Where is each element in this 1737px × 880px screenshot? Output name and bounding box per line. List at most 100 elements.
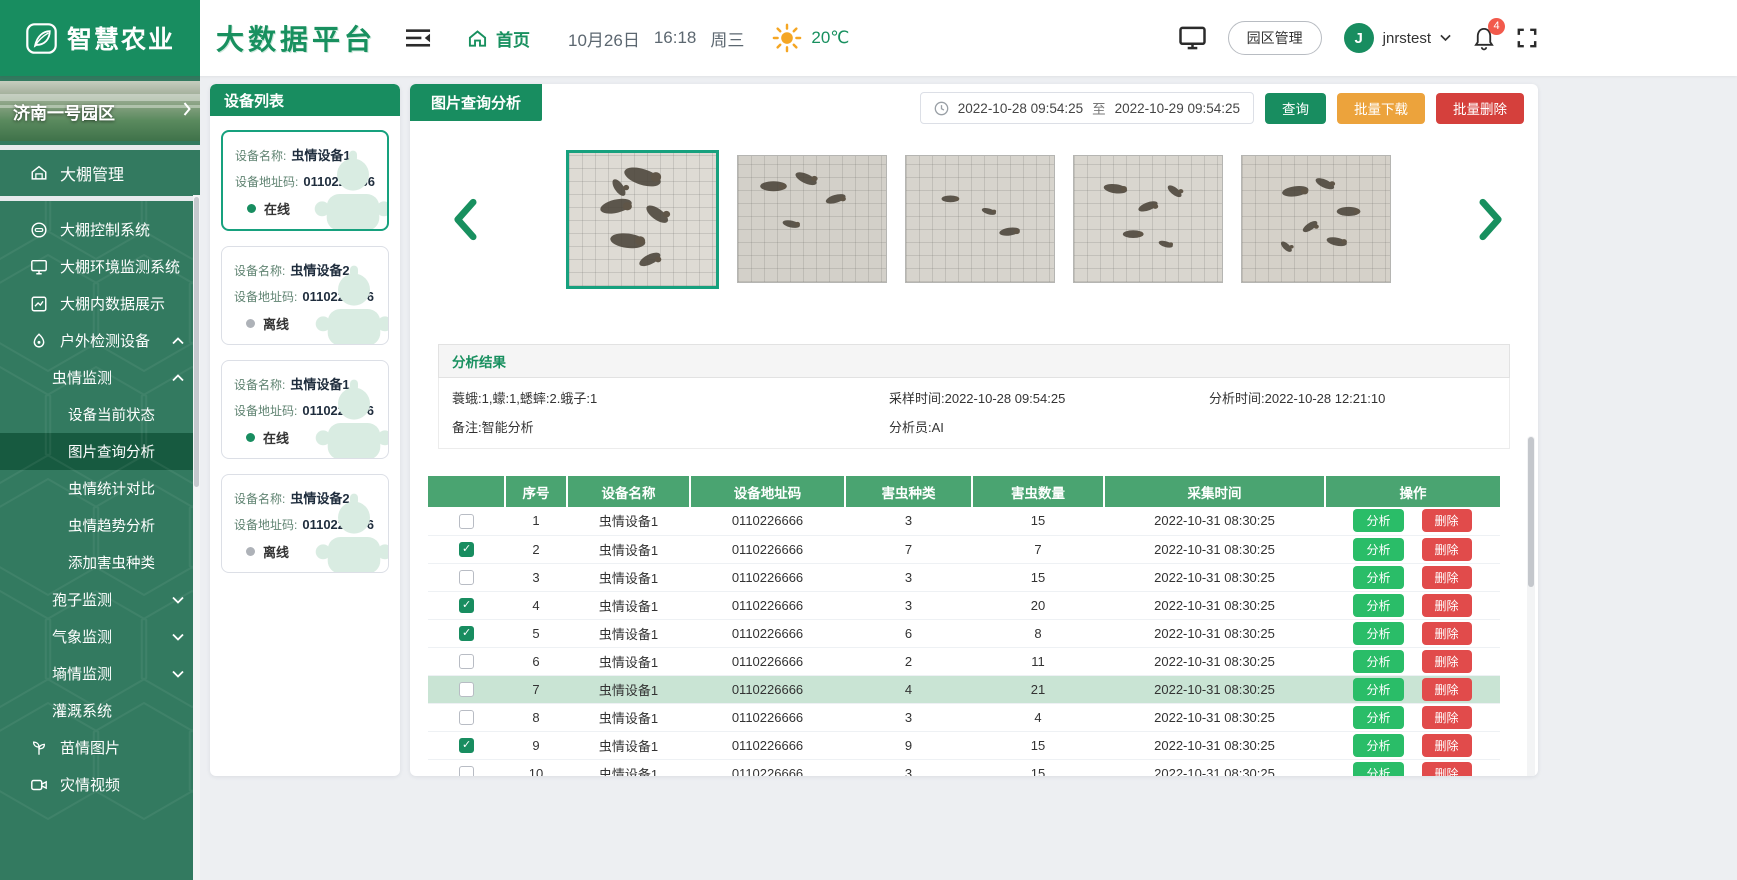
delete-button[interactable]: 删除	[1422, 622, 1472, 645]
analyze-button[interactable]: 分析	[1353, 622, 1403, 645]
sidebar-item-label: 墒情监测	[52, 663, 112, 684]
table-row[interactable]: 7虫情设备101102266664212022-10-31 08:30:25分析…	[428, 675, 1500, 703]
home-link[interactable]: 首页	[467, 26, 530, 51]
table-row[interactable]: 5虫情设备10110226666682022-10-31 08:30:25分析删…	[428, 619, 1500, 647]
table-scrollbar[interactable]	[1527, 436, 1535, 776]
analyze-button[interactable]: 分析	[1353, 566, 1403, 589]
row-checkbox[interactable]	[459, 598, 474, 613]
row-checkbox[interactable]	[459, 654, 474, 669]
batch-download-button[interactable]: 批量下载	[1337, 93, 1425, 124]
table-row[interactable]: 8虫情设备10110226666342022-10-31 08:30:25分析删…	[428, 703, 1500, 731]
date-range-picker[interactable]: 2022-10-28 09:54:25 至 2022-10-29 09:54:2…	[920, 92, 1254, 124]
batch-delete-button[interactable]: 批量删除	[1436, 93, 1524, 124]
row-checkbox[interactable]	[459, 542, 474, 557]
sidebar-item[interactable]: 灌溉系统	[0, 692, 200, 729]
delete-button[interactable]: 删除	[1422, 678, 1472, 701]
row-checkbox[interactable]	[459, 682, 474, 697]
sidebar-item[interactable]: 灾情视频	[0, 766, 200, 803]
table-row[interactable]: 10虫情设备101102266663152022-10-31 08:30:25分…	[428, 759, 1500, 776]
delete-button[interactable]: 删除	[1422, 734, 1472, 757]
cell-types: 4	[845, 675, 972, 703]
delete-button[interactable]: 删除	[1422, 650, 1472, 673]
sidebar-item[interactable]: 墒情监测	[0, 655, 200, 692]
sidebar-item[interactable]: 虫情趋势分析	[0, 507, 200, 544]
sidebar-item[interactable]: 大棚环境监测系统	[0, 248, 200, 285]
sidebar-item[interactable]: 大棚内数据展示	[0, 285, 200, 322]
top-header: 智慧农业 大数据平台 首页 10月26日 16:18 周三 20℃ 园区管理 J…	[0, 0, 1737, 76]
sidebar-item-label: 添加害虫种类	[68, 552, 155, 573]
analyze-button[interactable]: 分析	[1353, 678, 1403, 701]
analyze-button[interactable]: 分析	[1353, 538, 1403, 561]
delete-button[interactable]: 删除	[1422, 706, 1472, 729]
analyze-button[interactable]: 分析	[1353, 734, 1403, 757]
cell-count: 20	[972, 591, 1104, 619]
table-row[interactable]: 6虫情设备101102266662112022-10-31 08:30:25分析…	[428, 647, 1500, 675]
table-row[interactable]: 2虫情设备10110226666772022-10-31 08:30:25分析删…	[428, 535, 1500, 563]
cell-no: 1	[505, 507, 567, 535]
device-card[interactable]: 设备名称:虫情设备1设备地址码:0110226666在线	[221, 360, 389, 459]
delete-button[interactable]: 删除	[1422, 509, 1472, 532]
device-name-label: 设备名称:	[234, 376, 285, 393]
insect-photo-thumbnail[interactable]	[737, 155, 887, 283]
analyze-button[interactable]: 分析	[1353, 706, 1403, 729]
delete-button[interactable]: 删除	[1422, 538, 1472, 561]
insect-photo-thumbnail[interactable]	[1241, 155, 1391, 283]
delete-button[interactable]: 删除	[1422, 566, 1472, 589]
table-row[interactable]: 4虫情设备101102266663202022-10-31 08:30:25分析…	[428, 591, 1500, 619]
row-checkbox[interactable]	[459, 514, 474, 529]
sidebar-item[interactable]: 设备当前状态	[0, 396, 200, 433]
device-card[interactable]: 设备名称:虫情设备1设备地址码:0110226666在线	[221, 130, 389, 231]
sidebar-item[interactable]: 虫情统计对比	[0, 470, 200, 507]
device-name-value: 虫情设备2	[290, 488, 349, 507]
row-checkbox[interactable]	[459, 710, 474, 725]
analyze-button[interactable]: 分析	[1353, 594, 1403, 617]
analyze-button[interactable]: 分析	[1353, 509, 1403, 532]
sidebar-item[interactable]: 虫情监测	[0, 359, 200, 396]
sidebar-item[interactable]: 户外检测设备	[0, 322, 200, 359]
sidebar-item[interactable]: 孢子监测	[0, 581, 200, 618]
sidebar-item[interactable]: 苗情图片	[0, 729, 200, 766]
sidebar-item[interactable]: 添加害虫种类	[0, 544, 200, 581]
park-name: 济南一号园区	[13, 99, 115, 124]
sidebar-item[interactable]: 大棚控制系统	[0, 211, 200, 248]
row-checkbox[interactable]	[459, 570, 474, 585]
analyze-button[interactable]: 分析	[1353, 762, 1403, 777]
device-card[interactable]: 设备名称:虫情设备2设备地址码:0110226666离线	[221, 246, 389, 345]
query-button[interactable]: 查询	[1265, 93, 1326, 124]
device-status: 离线	[263, 542, 289, 561]
home-icon	[467, 29, 488, 48]
row-checkbox[interactable]	[459, 766, 474, 776]
insect-photo-thumbnail[interactable]	[905, 155, 1055, 283]
insect-photo-thumbnail[interactable]	[1073, 155, 1223, 283]
sidebar-item[interactable]: 图片查询分析	[0, 433, 200, 470]
sidebar-scrollbar[interactable]	[193, 195, 200, 880]
insect-photo-thumbnail[interactable]	[566, 150, 719, 289]
table-row[interactable]: 3虫情设备101102266663152022-10-31 08:30:25分析…	[428, 563, 1500, 591]
fullscreen-icon[interactable]	[1517, 28, 1537, 48]
row-checkbox[interactable]	[459, 626, 474, 641]
delete-button[interactable]: 删除	[1422, 594, 1472, 617]
carousel-next-button[interactable]	[1479, 198, 1504, 241]
notifications-button[interactable]: 4	[1473, 26, 1495, 51]
user-menu[interactable]: J jnrstest	[1344, 23, 1451, 53]
device-card[interactable]: 设备名称:虫情设备2设备地址码:0110226666离线	[221, 474, 389, 573]
screen-monitor-icon[interactable]	[1179, 26, 1206, 50]
delete-button[interactable]: 删除	[1422, 762, 1472, 777]
analyze-button[interactable]: 分析	[1353, 650, 1403, 673]
cell-types: 3	[845, 507, 972, 535]
row-checkbox[interactable]	[459, 738, 474, 753]
sample-time: 采样时间:2022-10-28 09:54:25	[889, 388, 1209, 407]
sidebar-item[interactable]: 气象监测	[0, 618, 200, 655]
scrollbar-thumb[interactable]	[1528, 437, 1534, 587]
cell-addr: 0110226666	[690, 703, 845, 731]
cell-name: 虫情设备1	[567, 507, 690, 535]
carousel-prev-button[interactable]	[452, 198, 477, 241]
sidebar-item[interactable]: 大棚管理	[0, 150, 200, 196]
park-banner[interactable]: 济南一号园区	[0, 81, 200, 141]
table-row[interactable]: 1虫情设备101102266663152022-10-31 08:30:25分析…	[428, 507, 1500, 535]
device-name-value: 虫情设备2	[290, 260, 349, 279]
scrollbar-thumb[interactable]	[194, 197, 199, 487]
table-row[interactable]: 9虫情设备101102266669152022-10-31 08:30:25分析…	[428, 731, 1500, 759]
collapse-menu-icon[interactable]	[406, 28, 431, 48]
park-manage-button[interactable]: 园区管理	[1228, 21, 1322, 55]
